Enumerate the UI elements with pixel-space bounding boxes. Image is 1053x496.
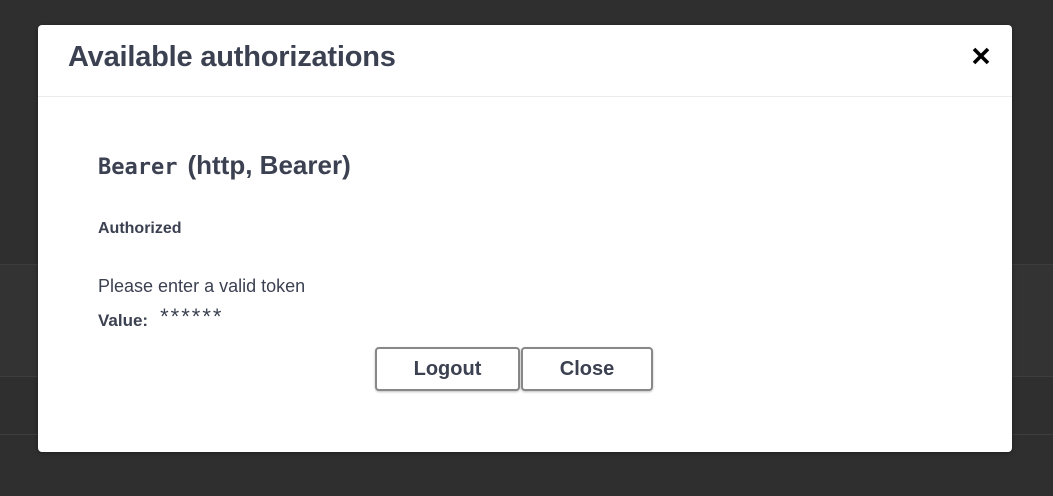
scheme-type: (http, Bearer) <box>187 150 351 180</box>
token-hint: Please enter a valid token <box>98 276 306 296</box>
scheme-name: Bearer <box>98 155 178 180</box>
logout-button[interactable]: Logout <box>375 347 520 391</box>
dialog-header: Available authorizations <box>38 25 1012 97</box>
auth-status: Authorized <box>98 220 182 237</box>
close-dialog-button[interactable] <box>970 45 992 67</box>
authorizations-dialog: Available authorizations Bearer (http, Be… <box>38 25 1012 452</box>
close-icon <box>972 47 990 65</box>
token-value-row: Value: ****** <box>98 304 224 332</box>
token-value: ****** <box>160 304 224 329</box>
auth-scheme-heading: Bearer (http, Bearer) <box>98 150 351 181</box>
dialog-title: Available authorizations <box>68 41 396 73</box>
close-button[interactable]: Close <box>521 347 653 391</box>
value-label: Value: <box>98 311 149 330</box>
